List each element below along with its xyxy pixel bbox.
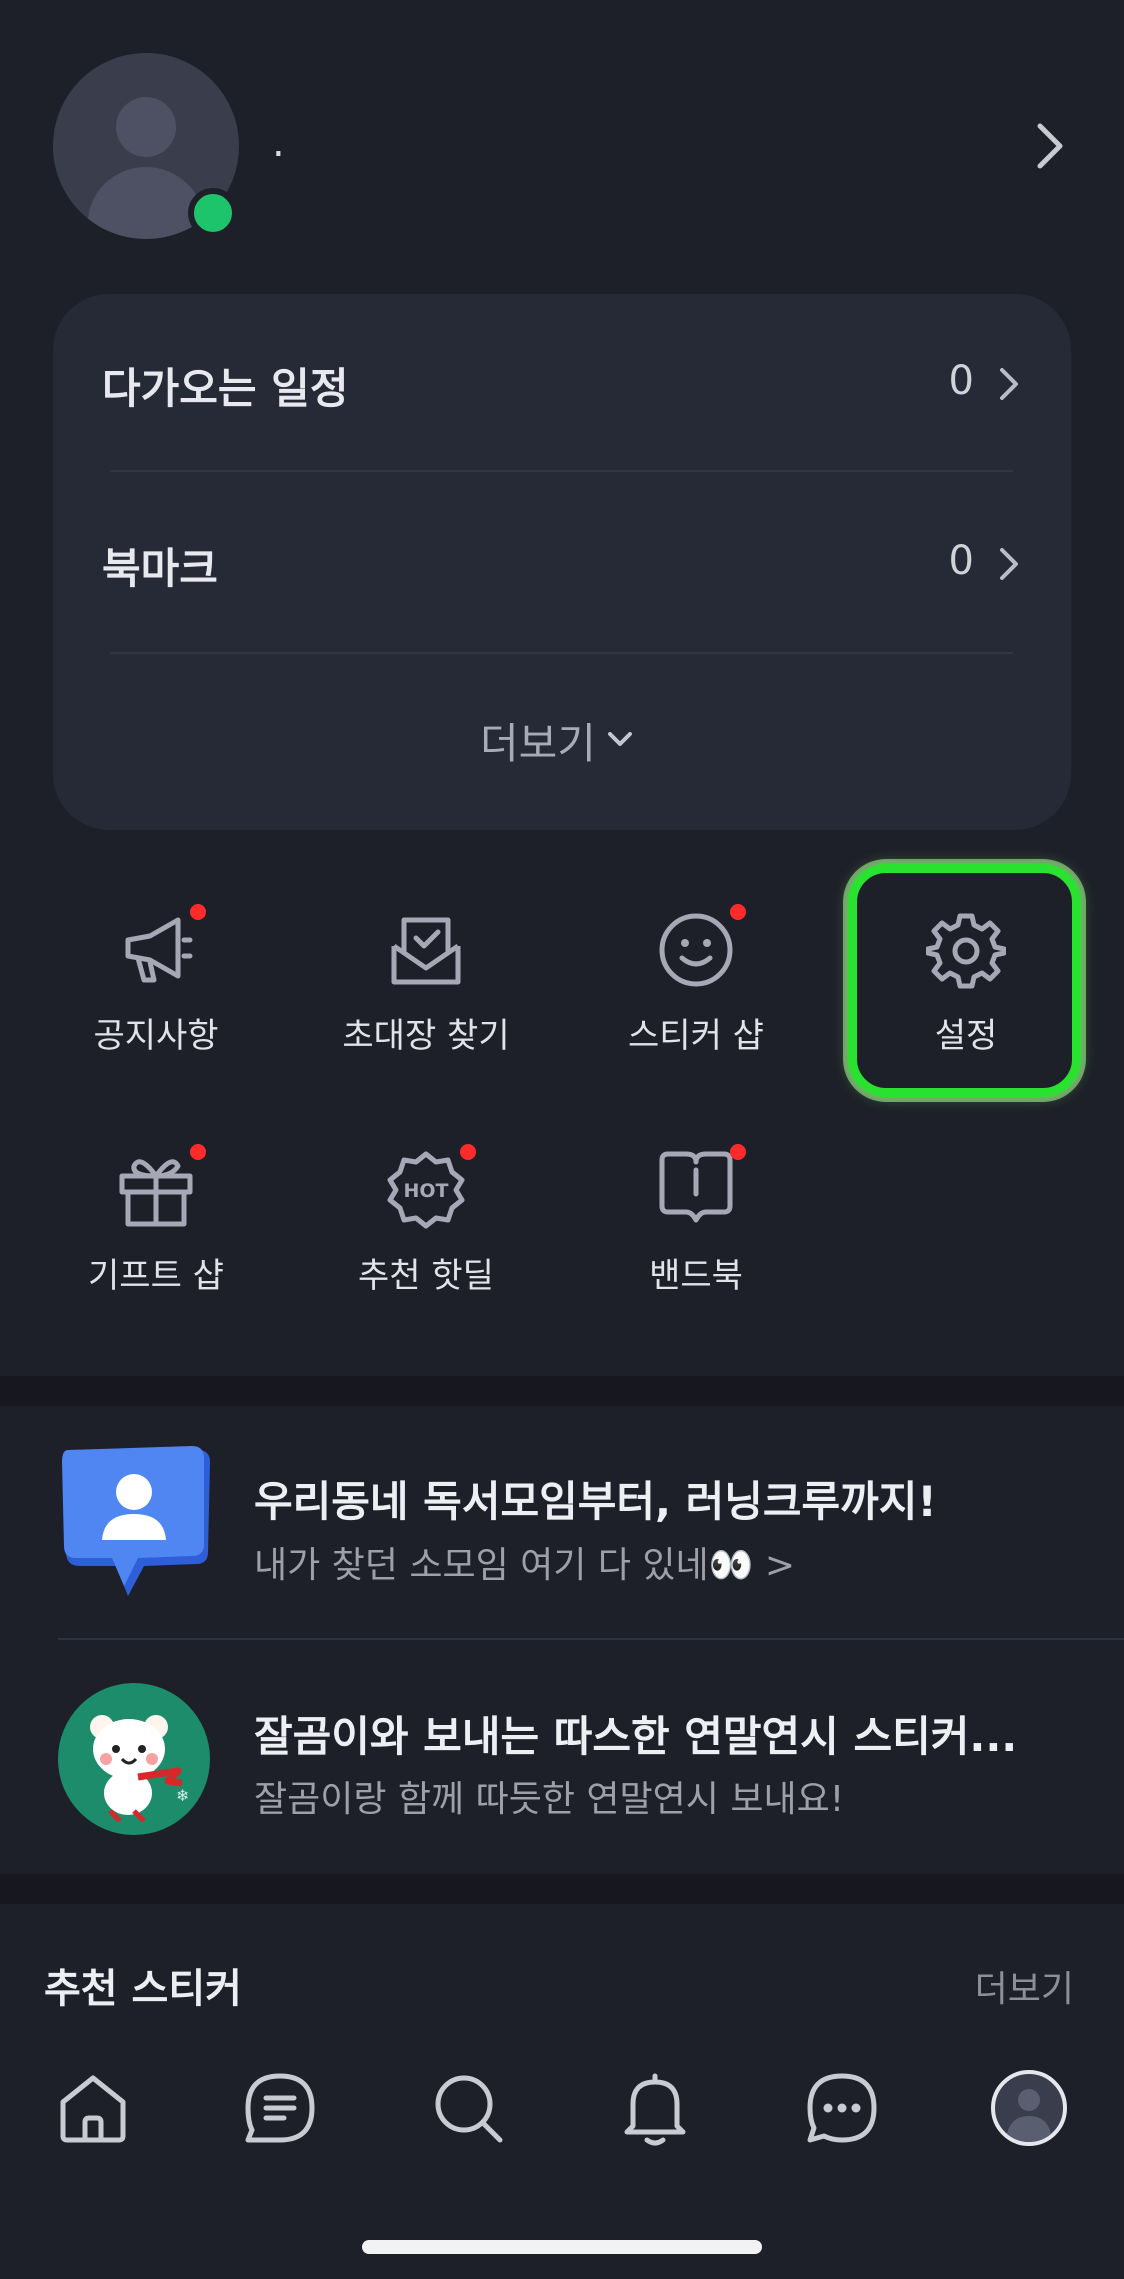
menu-gift-shop[interactable]: 기프트 샵 [36, 1130, 276, 1330]
upcoming-schedule-label[interactable]: 다가오는 일정 [102, 355, 348, 416]
hot-text: HOT [403, 1180, 448, 1202]
section-divider [0, 1874, 1124, 1904]
bell-icon [624, 2073, 686, 2146]
profile-icon [991, 2070, 1067, 2146]
banner-title[interactable]: 우리동네 독서모임부터, 러닝크루까지! [254, 1468, 937, 1529]
notification-dot [460, 1144, 476, 1160]
chevron-right-icon[interactable] [1030, 120, 1070, 172]
hot-badge-icon: HOT [387, 1151, 465, 1229]
svg-text:❄: ❄ [176, 1786, 189, 1805]
menu-gift-shop-label: 기프트 샵 [88, 1256, 224, 1296]
divider [110, 652, 1013, 654]
nav-profile[interactable] [989, 2068, 1069, 2148]
search-icon [435, 2075, 503, 2143]
nav-home[interactable] [53, 2068, 133, 2148]
bookmark-count: 0 [948, 538, 974, 584]
menu-hot-deal-label: 추천 핫딜 [358, 1256, 494, 1296]
notification-dot [190, 1144, 206, 1160]
nav-notifications[interactable] [615, 2068, 695, 2148]
menu-notice-label: 공지사항 [93, 1016, 219, 1056]
more-button[interactable]: 더보기 [480, 710, 634, 770]
smiley-icon [659, 913, 733, 987]
chevron-down-icon [607, 732, 632, 746]
menu-settings[interactable]: 설정 [846, 890, 1086, 1090]
feed-icon [245, 2073, 315, 2143]
book-icon [659, 1151, 733, 1223]
menu-band-book-label: 밴드북 [649, 1256, 743, 1296]
chevron-right-icon[interactable] [996, 366, 1022, 402]
menu-find-invitation[interactable]: 초대장 찾기 [306, 890, 546, 1090]
envelope-icon [391, 917, 461, 985]
chat-icon [807, 2073, 877, 2143]
nav-feed[interactable] [240, 2068, 320, 2148]
menu-band-book[interactable]: 밴드북 [576, 1130, 816, 1330]
nav-search[interactable] [428, 2068, 508, 2148]
community-icon[interactable] [58, 1440, 218, 1600]
gift-icon [119, 1159, 193, 1227]
menu-sticker-shop[interactable]: 스티커 샵 [576, 890, 816, 1090]
banner-subtitle[interactable]: 내가 찾던 소모임 여기 다 있네👀 > [254, 1536, 795, 1588]
menu-find-invitation-label: 초대장 찾기 [342, 1016, 510, 1056]
bookmark-label[interactable]: 북마크 [102, 535, 218, 596]
home-icon [60, 2075, 126, 2143]
notification-dot [730, 1144, 746, 1160]
divider [58, 1638, 1124, 1640]
home-indicator [362, 2240, 762, 2254]
menu-settings-label: 설정 [934, 1016, 998, 1056]
more-link[interactable]: 더보기 [975, 1960, 1074, 2012]
menu-hot-deal[interactable]: HOT 추천 핫딜 [306, 1130, 546, 1330]
divider [110, 470, 1013, 472]
section-divider [0, 1376, 1124, 1406]
upcoming-schedule-count: 0 [948, 358, 974, 404]
nav-chats[interactable] [802, 2068, 882, 2148]
more-label: 더보기 [480, 718, 596, 768]
chevron-right-icon[interactable] [996, 546, 1022, 582]
menu-sticker-shop-label: 스티커 샵 [628, 1016, 764, 1056]
notification-dot [190, 904, 206, 920]
menu-notice[interactable]: 공지사항 [36, 890, 276, 1090]
megaphone-icon [125, 917, 193, 983]
bear-sticker-icon[interactable]: ❄ [58, 1683, 210, 1835]
section-title: 추천 스티커 [44, 1966, 242, 2012]
profile-name: . [272, 120, 285, 166]
gear-icon [926, 913, 1006, 989]
online-status-dot [188, 188, 238, 238]
banner-title[interactable]: 잘곰이와 보내는 따스한 연말연시 스티커... [254, 1703, 1017, 1764]
notification-dot [730, 904, 746, 920]
banner-subtitle[interactable]: 잘곰이랑 함께 따듯한 연말연시 보내요! [254, 1770, 844, 1822]
